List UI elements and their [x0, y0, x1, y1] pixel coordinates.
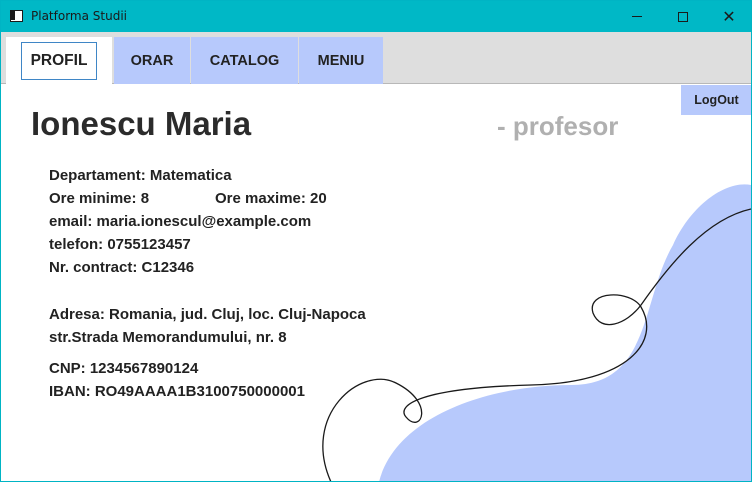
- window-app-icon: [10, 10, 23, 22]
- maximize-button[interactable]: [660, 1, 706, 32]
- iban-field: IBAN: RO49AAAA1B3100750000001: [49, 383, 305, 400]
- tab-label: MENIU: [317, 52, 365, 69]
- contract-field: Nr. contract: C12346: [49, 259, 195, 276]
- address-line1: Adresa: Romania, jud. Cluj, loc. Cluj-Na…: [49, 306, 366, 323]
- profile-panel: LogOut Ionescu Maria - profesor Departam…: [1, 85, 751, 481]
- tab-label: PROFIL: [21, 41, 97, 80]
- maximize-icon: [678, 11, 688, 22]
- tab-profil[interactable]: PROFIL: [6, 37, 112, 84]
- minimize-button[interactable]: [614, 1, 660, 32]
- tab-label: CATALOG: [209, 52, 280, 69]
- tab-label: ORAR: [130, 52, 174, 69]
- logout-button[interactable]: LogOut: [681, 85, 751, 115]
- title-bar[interactable]: Platforma Studii ✕: [1, 1, 751, 32]
- tab-orar[interactable]: ORAR: [114, 37, 190, 84]
- max-hours-field: Ore maxime: 20: [215, 190, 327, 207]
- app-window: Platforma Studii ✕ PROFIL ORAR CATALOG M…: [0, 0, 752, 482]
- email-field: email: maria.ionescul@example.com: [49, 213, 312, 230]
- phone-field: telefon: 0755123457: [49, 236, 191, 253]
- close-button[interactable]: ✕: [706, 1, 751, 32]
- user-role: - profesor: [497, 111, 619, 141]
- tab-meniu[interactable]: MENIU: [299, 37, 383, 84]
- min-hours-field: Ore minime: 8: [49, 190, 150, 207]
- close-icon: ✕: [722, 6, 736, 26]
- background-decoration: [322, 184, 751, 481]
- user-name: Ionescu Maria: [31, 105, 252, 142]
- window-title: Platforma Studii: [31, 9, 127, 23]
- decorative-blob: [379, 184, 751, 481]
- tab-catalog[interactable]: CATALOG: [191, 37, 298, 84]
- minimize-icon: [632, 16, 642, 17]
- cnp-field: CNP: 1234567890124: [49, 360, 199, 377]
- tab-bar: PROFIL ORAR CATALOG MENIU: [1, 32, 751, 84]
- address-line2: str.Strada Memorandumului, nr. 8: [49, 329, 287, 346]
- department-field: Departament: Matematica: [49, 167, 232, 184]
